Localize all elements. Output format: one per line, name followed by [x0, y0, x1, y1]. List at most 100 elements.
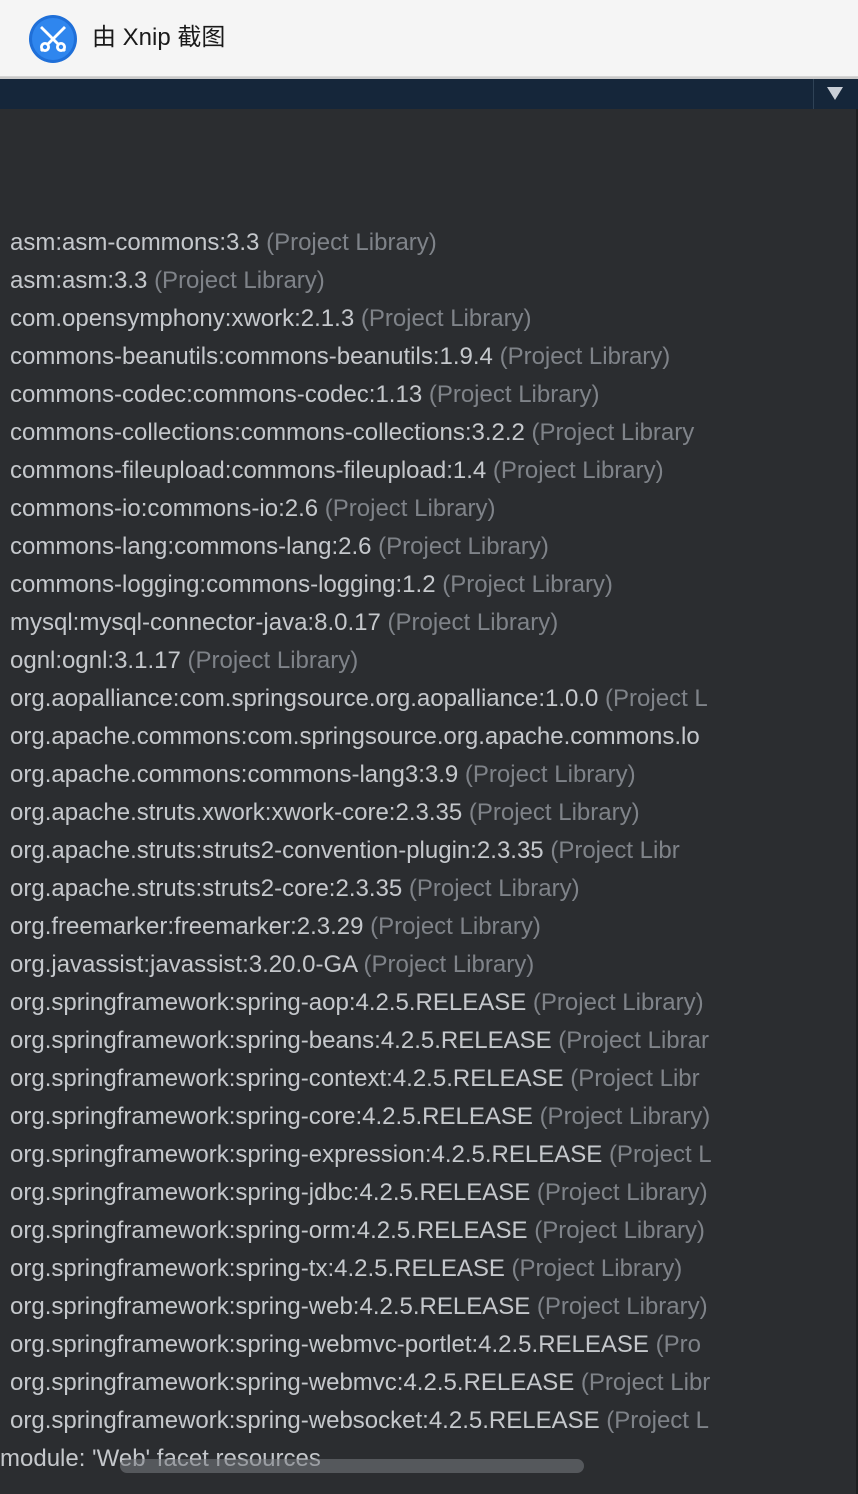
- library-item[interactable]: org.springframework:spring-beans:4.2.5.R…: [10, 1022, 812, 1060]
- library-item[interactable]: commons-io:commons-io:2.6 (Project Libra…: [10, 490, 812, 528]
- library-scope-label: (Project Library): [539, 1103, 711, 1130]
- library-scope-label: (Project Library): [536, 1293, 708, 1320]
- library-scope-label: (Project Library): [378, 533, 549, 560]
- library-name: org.springframework:spring-jdbc:4.2.5.RE…: [10, 1179, 531, 1206]
- library-name: asm:asm:3.3: [10, 267, 148, 294]
- library-item[interactable]: commons-beanutils:commons-beanutils:1.9.…: [10, 338, 812, 376]
- library-name: org.springframework:spring-tx:4.2.5.RELE…: [10, 1255, 505, 1282]
- toolbar-strip: [0, 79, 858, 109]
- library-name: commons-beanutils:commons-beanutils:1.9.…: [10, 343, 493, 370]
- library-item[interactable]: org.apache.struts.xwork:xwork-core:2.3.3…: [10, 794, 812, 832]
- library-item[interactable]: org.springframework:spring-web:4.2.5.REL…: [10, 1288, 812, 1326]
- triangle-down-icon: [827, 87, 843, 100]
- library-scope-label: (Project Libr: [570, 1065, 700, 1092]
- library-item[interactable]: commons-logging:commons-logging:1.2 (Pro…: [10, 566, 812, 604]
- dropdown-button[interactable]: [813, 79, 858, 109]
- library-scope-label: (Project Library): [536, 1179, 708, 1206]
- library-name: org.springframework:spring-websocket:4.2…: [10, 1407, 600, 1434]
- library-name: commons-fileupload:commons-fileupload:1.…: [10, 457, 487, 484]
- library-name: org.freemarker:freemarker:2.3.29: [10, 913, 364, 940]
- library-item[interactable]: org.javassist:javassist:3.20.0-GA (Proje…: [10, 946, 812, 984]
- library-scope-label: (Project Library): [363, 951, 535, 978]
- library-item[interactable]: com.opensymphony:xwork:2.1.3 (Project Li…: [10, 300, 812, 338]
- library-scope-label: (Project Library): [387, 609, 559, 636]
- library-item[interactable]: org.springframework:spring-tx:4.2.5.RELE…: [10, 1250, 812, 1288]
- library-item[interactable]: org.springframework:spring-orm:4.2.5.REL…: [10, 1212, 812, 1250]
- library-item[interactable]: commons-fileupload:commons-fileupload:1.…: [10, 452, 812, 490]
- library-scope-label: (Project Library): [499, 343, 671, 370]
- library-scope-label: (Project Library): [360, 305, 532, 332]
- library-name: org.springframework:spring-orm:4.2.5.REL…: [10, 1217, 528, 1244]
- library-scope-label: (Project Library): [324, 495, 496, 522]
- library-scope-label: (Project Library): [511, 1255, 683, 1282]
- library-scope-label: (Project Library): [428, 381, 600, 408]
- library-scope-label: (Project Library): [464, 761, 636, 788]
- library-item[interactable]: commons-collections:commons-collections:…: [10, 414, 812, 452]
- library-name: org.springframework:spring-webmvc-portle…: [10, 1331, 649, 1358]
- library-item[interactable]: org.freemarker:freemarker:2.3.29 (Projec…: [10, 908, 812, 946]
- library-name: commons-lang:commons-lang:2.6: [10, 533, 372, 560]
- library-scope-label: (Pro: [655, 1331, 701, 1358]
- library-name: org.springframework:spring-web:4.2.5.REL…: [10, 1293, 531, 1320]
- library-scope-label: (Project Library): [468, 799, 640, 826]
- library-item[interactable]: org.apache.struts:struts2-core:2.3.35 (P…: [10, 870, 812, 908]
- library-scope-label: (Project Library): [492, 457, 664, 484]
- library-scope-label: (Project Libr: [580, 1369, 711, 1396]
- library-scope-label: (Project Library): [187, 647, 359, 674]
- library-item[interactable]: org.springframework:spring-aop:4.2.5.REL…: [10, 984, 812, 1022]
- library-item[interactable]: org.apache.commons:com.springsource.org.…: [10, 718, 812, 756]
- library-item[interactable]: asm:asm-commons:3.3 (Project Library): [10, 224, 812, 262]
- library-name: org.springframework:spring-core:4.2.5.RE…: [10, 1103, 533, 1130]
- library-item[interactable]: org.springframework:spring-webmvc:4.2.5.…: [10, 1364, 812, 1402]
- library-name: commons-io:commons-io:2.6: [10, 495, 319, 522]
- library-name: org.apache.struts:struts2-core:2.3.35: [10, 875, 403, 902]
- library-name: ognl:ognl:3.1.17: [10, 647, 181, 674]
- library-name: mysql:mysql-connector-java:8.0.17: [10, 609, 381, 636]
- library-item[interactable]: commons-lang:commons-lang:2.6 (Project L…: [10, 528, 812, 566]
- library-scope-label: (Project Library): [154, 267, 325, 294]
- library-item[interactable]: asm:asm:3.3 (Project Library): [10, 262, 812, 300]
- library-scope-label: (Project Library): [532, 989, 704, 1016]
- library-name: commons-codec:commons-codec:1.13: [10, 381, 423, 408]
- library-name: com.opensymphony:xwork:2.1.3: [10, 305, 355, 332]
- xnip-app-icon: [28, 14, 78, 64]
- library-scope-label: (Project Library: [531, 419, 695, 446]
- library-name: org.springframework:spring-webmvc:4.2.5.…: [10, 1369, 575, 1396]
- library-scope-label: (Project Library): [534, 1217, 705, 1244]
- library-name: commons-collections:commons-collections:…: [10, 419, 525, 446]
- library-scope-label: (Project Libr: [550, 837, 680, 864]
- library-name: org.apache.struts:struts2-convention-plu…: [10, 837, 544, 864]
- library-item[interactable]: commons-codec:commons-codec:1.13 (Projec…: [10, 376, 812, 414]
- library-item[interactable]: org.springframework:spring-context:4.2.5…: [10, 1060, 812, 1098]
- library-scope-label: (Project L: [605, 685, 708, 712]
- library-item[interactable]: org.aopalliance:com.springsource.org.aop…: [10, 680, 812, 718]
- library-item[interactable]: org.apache.struts:struts2-convention-plu…: [10, 832, 812, 870]
- library-name: commons-logging:commons-logging:1.2: [10, 571, 436, 598]
- library-item[interactable]: org.springframework:spring-core:4.2.5.RE…: [10, 1098, 812, 1136]
- library-name: asm:asm-commons:3.3: [10, 229, 260, 256]
- library-list: asm:asm-commons:3.3 (Project Library) asm…: [10, 224, 812, 1440]
- window-title: 由 Xnip 截图: [92, 24, 226, 51]
- library-name: org.springframework:spring-beans:4.2.5.R…: [10, 1027, 552, 1054]
- library-name: org.javassist:javassist:3.20.0-GA: [10, 951, 357, 978]
- library-scope-label: (Project Library): [408, 875, 580, 902]
- title-bar: 由 Xnip 截图: [0, 0, 858, 77]
- library-scope-label: (Project Library): [370, 913, 541, 940]
- library-scope-label: (Project Library): [266, 229, 437, 256]
- library-scope-label: (Project L: [608, 1141, 712, 1168]
- library-scope-label: (Project Library): [442, 571, 613, 598]
- library-item[interactable]: org.springframework:spring-expression:4.…: [10, 1136, 812, 1174]
- library-item[interactable]: org.springframework:spring-jdbc:4.2.5.RE…: [10, 1174, 812, 1212]
- library-item[interactable]: org.springframework:spring-websocket:4.2…: [10, 1402, 812, 1440]
- library-item[interactable]: org.apache.commons:commons-lang3:3.9 (Pr…: [10, 756, 812, 794]
- horizontal-scrollbar[interactable]: [120, 1459, 584, 1473]
- library-name: org.apache.commons:com.springsource.org.…: [10, 723, 700, 750]
- library-item[interactable]: org.springframework:spring-webmvc-portle…: [10, 1326, 812, 1364]
- library-name: org.springframework:spring-context:4.2.5…: [10, 1065, 564, 1092]
- library-item[interactable]: mysql:mysql-connector-java:8.0.17 (Proje…: [10, 604, 812, 642]
- library-name: org.apache.struts.xwork:xwork-core:2.3.3…: [10, 799, 463, 826]
- library-name: org.springframework:spring-expression:4.…: [10, 1141, 603, 1168]
- library-name: org.apache.commons:commons-lang3:3.9: [10, 761, 459, 788]
- library-item[interactable]: ognl:ognl:3.1.17 (Project Library): [10, 642, 812, 680]
- library-scope-label: (Project L: [606, 1407, 709, 1434]
